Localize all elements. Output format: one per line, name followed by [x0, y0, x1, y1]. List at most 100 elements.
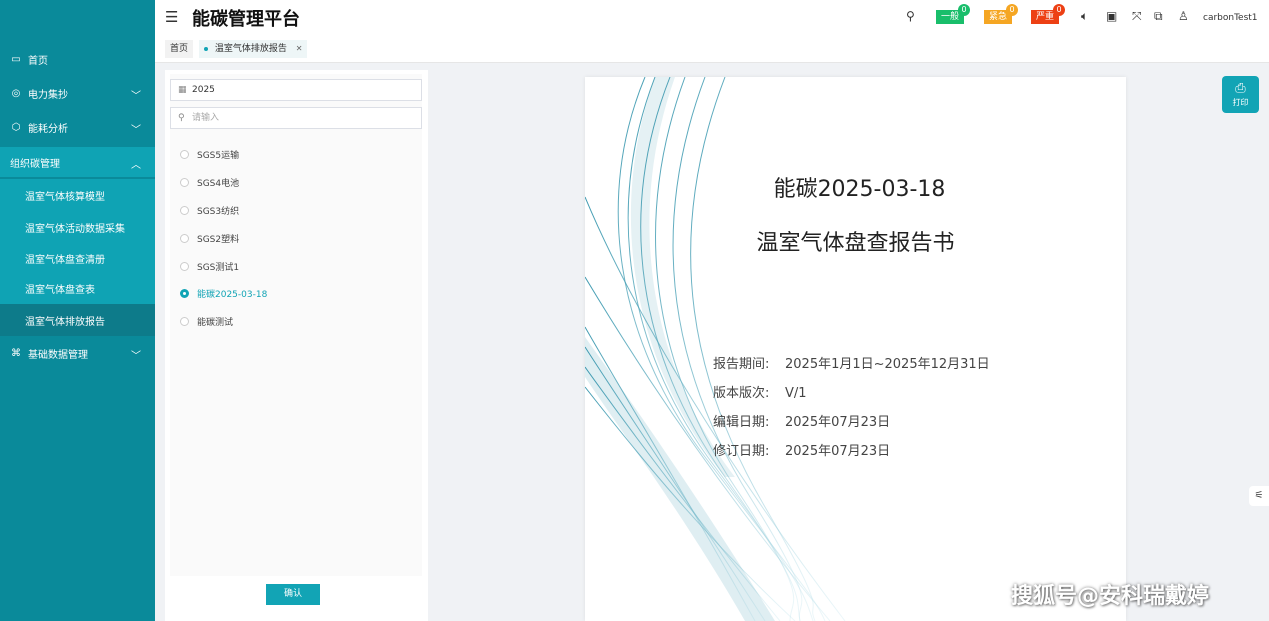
tabs-bar: 首页 温室气体排放报告 ✕ — [155, 36, 1269, 63]
meta-value: 2025年07月23日 — [785, 415, 891, 430]
option-label: SGS3纺织 — [197, 206, 240, 217]
sidebar-item-ghg-inventory[interactable]: 温室气体盘查清册 — [0, 243, 155, 273]
report-option[interactable]: SGS3纺织 — [180, 203, 239, 217]
report-option[interactable]: 能碳测试 — [180, 314, 233, 328]
username[interactable]: carbonTest1 — [1203, 13, 1258, 23]
print-label: 打印 — [1232, 98, 1249, 107]
page-title: 能碳管理平台 — [192, 9, 300, 30]
radio-icon — [180, 316, 189, 326]
alert-urgent-button[interactable]: 紧急 0 — [984, 4, 1019, 24]
alert-label: 一般 — [941, 12, 960, 22]
alert-label: 严重 — [1036, 12, 1055, 22]
screen-icon[interactable]: ▣ — [1106, 9, 1117, 23]
fullscreen-icon[interactable]: ⤧ — [1132, 9, 1142, 24]
alert-count-badge: 0 — [1053, 4, 1066, 16]
radio-checked-icon — [180, 288, 189, 298]
report-option[interactable]: SGS5运输 — [180, 147, 239, 161]
network-icon: ⌘ — [11, 347, 21, 359]
meta-label: 报告期间: — [713, 357, 770, 372]
sidebar-item-label: 首页 — [28, 55, 48, 67]
watermark: 搜狐号@安科瑞戴婷 — [1011, 584, 1210, 609]
option-label: SGS2塑料 — [197, 234, 240, 245]
tab-label: 首页 — [170, 44, 189, 54]
shirt-icon[interactable]: ♙ — [1178, 9, 1189, 23]
search-input[interactable]: ⚲ 请输入 — [170, 107, 422, 129]
chevron-down-icon: ﹀ — [131, 351, 141, 362]
report-option[interactable]: SGS4电池 — [180, 175, 239, 189]
confirm-button[interactable]: 确认 — [266, 584, 320, 605]
sidebar-item-home[interactable]: ▭ 首页 — [0, 44, 155, 74]
report-option-selected[interactable]: 能碳2025-03-18 — [180, 286, 267, 300]
meta-value: 2025年1月1日~2025年12月31日 — [785, 357, 990, 372]
report-meta-revise-date: 修订日期: 2025年07月23日 — [713, 440, 890, 459]
alert-label: 紧急 — [989, 12, 1008, 22]
settings-sliders-icon[interactable]: ⚟ — [1249, 486, 1269, 506]
sidebar-item-label: 电力集抄 — [28, 89, 68, 101]
report-title-name: 能碳2025-03-18 — [773, 177, 946, 202]
printer-icon: ⎙ — [1235, 81, 1246, 96]
meta-label: 编辑日期: — [713, 415, 770, 430]
sidebar-item-label: 温室气体活动数据采集 — [25, 223, 125, 235]
tab-home[interactable]: 首页 — [165, 40, 194, 58]
menu-toggle-icon[interactable]: ☰ — [165, 8, 178, 26]
wave-decoration — [585, 77, 846, 621]
report-meta-period: 报告期间: 2025年1月1日~2025年12月31日 — [713, 353, 990, 372]
radio-icon — [180, 233, 189, 243]
chevron-down-icon: ﹀ — [131, 91, 141, 102]
sidebar-item-ghg-table[interactable]: 温室气体盘查表 — [0, 273, 155, 304]
option-label: SGS4电池 — [197, 178, 240, 189]
sidebar-item-power[interactable]: ◎ 电力集抄 ﹀ — [0, 78, 155, 108]
chevron-up-icon: ︿ — [131, 160, 141, 171]
radio-icon — [180, 149, 189, 159]
power-icon: ◎ — [11, 87, 21, 99]
radio-icon — [180, 205, 189, 215]
tab-label: 温室气体排放报告 — [214, 44, 287, 54]
tab-ghg-report[interactable]: 温室气体排放报告 ✕ — [199, 40, 308, 58]
meta-value: 2025年07月23日 — [785, 444, 891, 459]
meta-label: 版本版次: — [713, 386, 770, 401]
alert-general-button[interactable]: 一般 0 — [936, 4, 971, 24]
report-title-type: 温室气体盘查报告书 — [756, 231, 955, 256]
meta-label: 修订日期: — [713, 444, 770, 459]
sidebar-item-label: 能耗分析 — [28, 123, 68, 135]
search-icon[interactable]: ⚲ — [906, 9, 915, 23]
option-label: 能碳测试 — [197, 317, 234, 328]
option-label: SGS测试1 — [197, 262, 240, 273]
cube-icon: ⬡ — [11, 121, 21, 133]
report-meta-edit-date: 编辑日期: 2025年07月23日 — [713, 411, 890, 430]
report-select-panel: ▦ 2025 ⚲ 请输入 SGS5运输 SGS4电池 SGS3纺织 SGS2塑料… — [165, 70, 428, 621]
report-list: ▦ 2025 ⚲ 请输入 SGS5运输 SGS4电池 SGS3纺织 SGS2塑料… — [170, 74, 422, 576]
print-button[interactable]: ⎙ 打印 — [1222, 76, 1259, 113]
mute-icon[interactable]: 🔈︎ — [1081, 9, 1088, 24]
active-dot-icon — [204, 46, 208, 51]
search-icon: ⚲ — [178, 113, 185, 123]
year-value: 2025 — [192, 85, 215, 95]
report-option[interactable]: SGS2塑料 — [180, 231, 239, 245]
chevron-down-icon: ﹀ — [131, 125, 141, 136]
alert-count-badge: 0 — [1006, 4, 1019, 16]
monitor-icon: ▭ — [11, 53, 21, 65]
report-option[interactable]: SGS测试1 — [180, 259, 239, 273]
option-label: 能碳2025-03-18 — [197, 289, 268, 300]
option-label: SGS5运输 — [197, 150, 240, 161]
year-picker[interactable]: ▦ 2025 — [170, 79, 422, 101]
sidebar-item-ghg-data[interactable]: 温室气体活动数据采集 — [0, 211, 155, 243]
sidebar-item-label: 基础数据管理 — [28, 349, 88, 361]
close-icon[interactable]: ✕ — [296, 44, 303, 53]
sidebar: ▭ 首页 ◎ 电力集抄 ﹀ ⬡ 能耗分析 ﹀ 组织碳管理 ︿ 温室气体核算模型 … — [0, 0, 155, 621]
sidebar-item-energy[interactable]: ⬡ 能耗分析 ﹀ — [0, 112, 155, 142]
translate-icon[interactable]: ⧉ — [1154, 9, 1163, 24]
sidebar-item-org-carbon[interactable]: 组织碳管理 ︿ — [0, 147, 155, 177]
sidebar-item-label: 温室气体盘查清册 — [25, 254, 105, 266]
report-meta-version: 版本版次: V/1 — [713, 382, 807, 401]
calendar-icon: ▦ — [178, 85, 187, 95]
sidebar-item-base-data[interactable]: ⌘ 基础数据管理 ﹀ — [0, 338, 155, 368]
radio-icon — [180, 261, 189, 271]
report-document: 能碳2025-03-18 温室气体盘查报告书 报告期间: 2025年1月1日~20… — [585, 77, 1126, 621]
sidebar-item-ghg-report[interactable]: 温室气体排放报告 — [0, 304, 155, 336]
sidebar-item-label: 组织碳管理 — [10, 158, 60, 170]
radio-icon — [180, 177, 189, 187]
alert-severe-button[interactable]: 严重 0 — [1031, 4, 1066, 24]
header: ☰ 能碳管理平台 ⚲ 一般 0 紧急 0 严重 0 🔈︎ ▣ ⤧ ⧉ ♙ car… — [155, 0, 1269, 36]
sidebar-item-ghg-model[interactable]: 温室气体核算模型 — [0, 179, 155, 211]
